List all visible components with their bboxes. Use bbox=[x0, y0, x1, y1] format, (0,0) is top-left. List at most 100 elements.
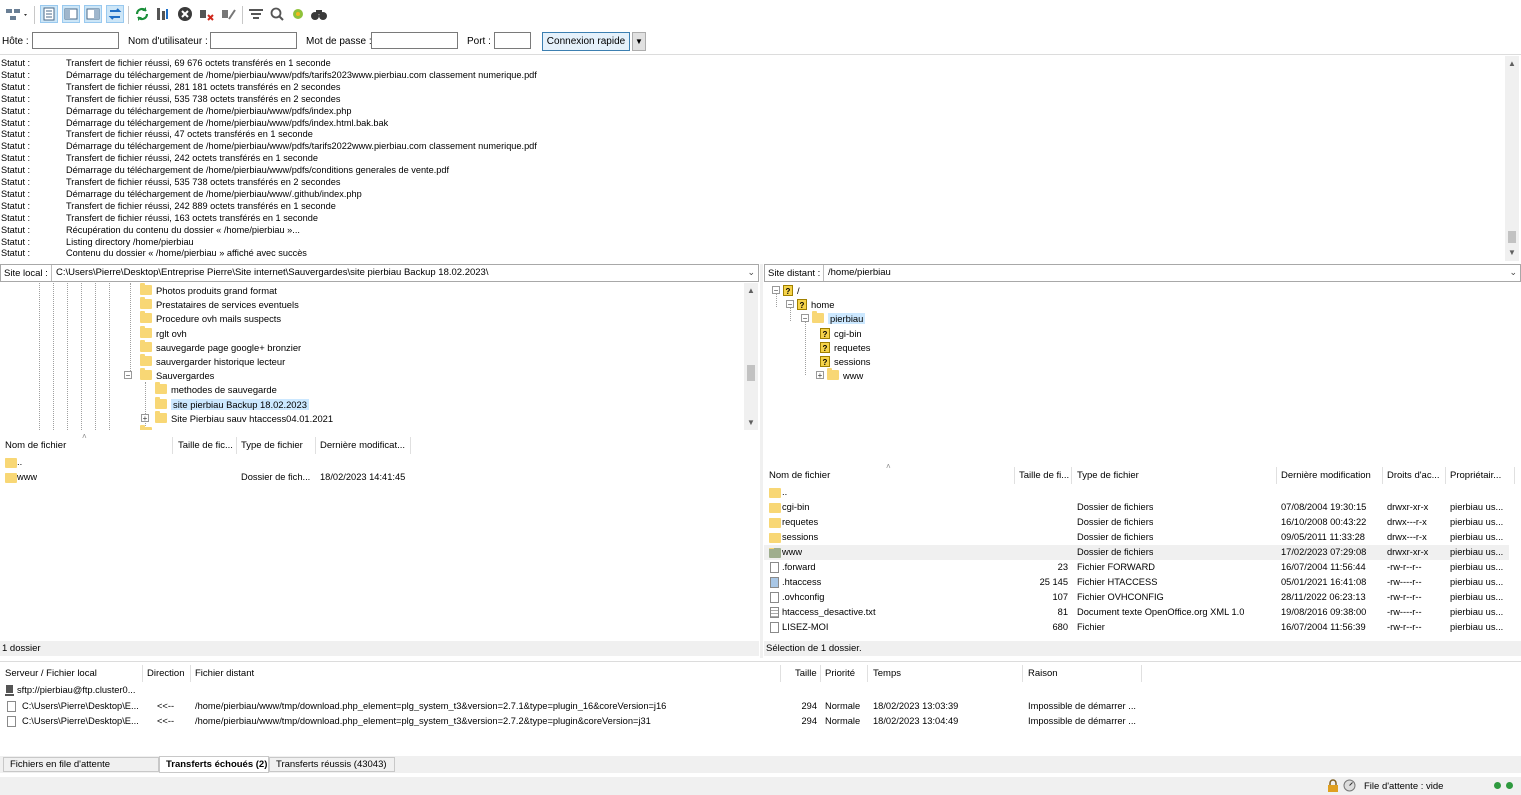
column-header[interactable]: Taille de fic... bbox=[178, 437, 233, 454]
tree-item[interactable]: Prestataires de services eventuels bbox=[140, 297, 299, 311]
column-header[interactable]: Nom de fichier bbox=[5, 437, 66, 454]
queue-row[interactable]: C:\Users\Pierre\Desktop\E... <<-- /home/pi… bbox=[0, 699, 1521, 714]
folder-icon bbox=[140, 326, 152, 338]
column-header[interactable]: Type de fichier bbox=[241, 437, 303, 454]
vertical-splitter[interactable] bbox=[760, 264, 763, 658]
column-header[interactable]: Temps bbox=[873, 665, 901, 682]
table-row[interactable]: .forward 23 Fichier FORWARD 16/07/2004 11:5… bbox=[764, 560, 1509, 575]
tree-item[interactable]: ? sessions bbox=[820, 354, 870, 368]
table-row[interactable]: .. bbox=[0, 455, 745, 470]
column-header[interactable]: Direction bbox=[147, 665, 185, 682]
table-row[interactable]: .. bbox=[764, 485, 1509, 500]
tree-item[interactable]: + www bbox=[816, 368, 863, 382]
compare-directories-icon[interactable] bbox=[289, 5, 307, 23]
column-header[interactable]: Dernière modification bbox=[1281, 467, 1371, 484]
queue-server-row[interactable]: sftp://pierbiau@ftp.cluster0... bbox=[0, 683, 1521, 698]
username-label: Nom d'utilisateur : bbox=[128, 36, 208, 47]
log-scrollbar[interactable]: ▲ ▼ bbox=[1505, 56, 1519, 261]
table-row[interactable]: www Dossier de fichiers 17/02/2023 07:29:0… bbox=[764, 545, 1509, 560]
tree-item[interactable]: − pierbiau bbox=[801, 311, 866, 325]
column-header[interactable]: Serveur / Fichier local bbox=[5, 665, 97, 682]
table-row[interactable]: sessions Dossier de fichiers 09/05/2011 11… bbox=[764, 530, 1509, 545]
tree-item[interactable]: −? home bbox=[786, 297, 834, 311]
remote-path-input[interactable]: /home/pierbiau bbox=[823, 265, 1508, 281]
tree-item[interactable]: − Sauvergardes bbox=[124, 368, 214, 382]
table-row[interactable]: .ovhconfig 107 Fichier OVHCONFIG 28/11/2022… bbox=[764, 590, 1509, 605]
tree-item[interactable]: −? / bbox=[772, 283, 800, 297]
reconnect-icon[interactable] bbox=[220, 5, 238, 23]
table-row[interactable]: cgi-bin Dossier de fichiers 07/08/2004 19:… bbox=[764, 500, 1509, 515]
tab-queued-files[interactable]: Fichiers en file d'attente bbox=[3, 757, 159, 772]
refresh-icon[interactable] bbox=[133, 5, 151, 23]
main-toolbar bbox=[0, 0, 1521, 30]
tree-item[interactable]: sauvegarde page google+ bronzier bbox=[140, 340, 301, 354]
queue-row[interactable]: C:\Users\Pierre\Desktop\E... <<-- /home/pi… bbox=[0, 714, 1521, 729]
column-header[interactable]: Priorité bbox=[825, 665, 855, 682]
tree-item[interactable]: Procedure ovh mails suspects bbox=[140, 311, 281, 325]
cancel-icon[interactable] bbox=[176, 5, 194, 23]
quickconnect-button[interactable]: Connexion rapide bbox=[542, 32, 630, 51]
tree-item[interactable]: methodes de sauvegarde bbox=[155, 382, 277, 396]
table-row[interactable]: htaccess_desactive.txt 81 Document texte O… bbox=[764, 605, 1509, 620]
folder-icon bbox=[769, 518, 781, 528]
local-tree-scrollbar[interactable]: ▲ ▼ bbox=[744, 283, 758, 430]
local-path-input[interactable]: C:\Users\Pierre\Desktop\Entreprise Pierr… bbox=[51, 265, 744, 281]
tree-item[interactable]: rglt ovh bbox=[140, 326, 187, 340]
column-header[interactable]: Propriétair... bbox=[1450, 467, 1501, 484]
tree-item[interactable]: site pierbiau Backup 18.02.2023 bbox=[155, 397, 309, 411]
expand-icon[interactable]: + bbox=[816, 371, 824, 380]
scroll-up-icon[interactable]: ▲ bbox=[744, 284, 758, 296]
username-input[interactable] bbox=[210, 32, 297, 49]
scroll-thumb[interactable] bbox=[1508, 231, 1516, 243]
table-row[interactable]: www Dossier de fich... 18/02/2023 14:41:45 bbox=[0, 470, 745, 485]
toggle-message-log-icon[interactable] bbox=[40, 5, 58, 23]
scroll-down-icon[interactable]: ▼ bbox=[1505, 246, 1519, 258]
table-row[interactable]: requetes Dossier de fichiers 16/10/2008 00… bbox=[764, 515, 1509, 530]
column-header[interactable]: Taille bbox=[795, 665, 817, 682]
scroll-up-icon[interactable]: ▲ bbox=[1505, 57, 1519, 69]
column-header[interactable]: Droits d'ac... bbox=[1387, 467, 1440, 484]
scroll-thumb[interactable] bbox=[747, 365, 755, 381]
port-input[interactable] bbox=[494, 32, 531, 49]
quickconnect-dropdown-button[interactable]: ▼ bbox=[632, 32, 646, 51]
site-manager-icon[interactable] bbox=[4, 5, 30, 23]
tree-item[interactable]: + Site Pierbiau sauv htaccess04.01.2021 bbox=[141, 411, 333, 425]
search-remote-files-icon[interactable] bbox=[310, 5, 328, 23]
collapse-icon[interactable]: − bbox=[801, 314, 809, 323]
table-row[interactable]: .htaccess 25 145 Fichier HTACCESS 05/01/202… bbox=[764, 575, 1509, 590]
column-header[interactable]: Fichier distant bbox=[195, 665, 254, 682]
tree-item[interactable]: ? requetes bbox=[820, 340, 870, 354]
speed-limit-icon[interactable] bbox=[1343, 779, 1356, 795]
chevron-down-icon[interactable]: ⌄ bbox=[747, 267, 755, 278]
collapse-icon[interactable]: − bbox=[786, 300, 794, 309]
file-icon bbox=[770, 592, 779, 603]
column-header[interactable]: Raison bbox=[1028, 665, 1058, 682]
log-message: Démarrage du téléchargement de /home/pie… bbox=[66, 188, 362, 199]
password-input[interactable] bbox=[371, 32, 458, 49]
tab-successful-transfers[interactable]: Transferts réussis (43043) bbox=[269, 757, 395, 772]
toggle-local-tree-icon[interactable] bbox=[62, 5, 80, 23]
sync-browsing-icon[interactable] bbox=[268, 5, 286, 23]
tree-item[interactable]: Photos produits grand format bbox=[140, 283, 277, 297]
collapse-icon[interactable]: − bbox=[124, 371, 132, 380]
tab-failed-transfers[interactable]: Transferts échoués (2) bbox=[159, 756, 269, 773]
tree-item[interactable]: ? cgi-bin bbox=[820, 326, 862, 340]
process-queue-icon[interactable] bbox=[154, 5, 172, 23]
column-header[interactable]: Dernière modificat... bbox=[320, 437, 405, 454]
host-input[interactable] bbox=[32, 32, 119, 49]
directory-filter-icon[interactable] bbox=[247, 5, 265, 23]
scroll-down-icon[interactable]: ▼ bbox=[744, 416, 758, 428]
collapse-icon[interactable]: − bbox=[772, 286, 780, 295]
folder-icon bbox=[155, 397, 167, 409]
expand-icon[interactable]: + bbox=[141, 414, 149, 423]
chevron-down-icon[interactable]: ⌄ bbox=[1509, 267, 1517, 278]
table-row[interactable]: LISEZ-MOI 680 Fichier 16/07/2004 11:56:39 -r… bbox=[764, 620, 1509, 635]
column-header[interactable]: Nom de fichier bbox=[769, 467, 830, 484]
tree-item-label: methodes de sauvegarde bbox=[171, 383, 277, 395]
toggle-queue-icon[interactable] bbox=[106, 5, 124, 23]
disconnect-icon[interactable] bbox=[198, 5, 216, 23]
column-header[interactable]: Taille de fi... bbox=[1019, 467, 1069, 484]
column-header[interactable]: Type de fichier bbox=[1077, 467, 1139, 484]
tree-item[interactable]: sauvergarder historique lecteur bbox=[140, 354, 285, 368]
toggle-remote-tree-icon[interactable] bbox=[84, 5, 102, 23]
